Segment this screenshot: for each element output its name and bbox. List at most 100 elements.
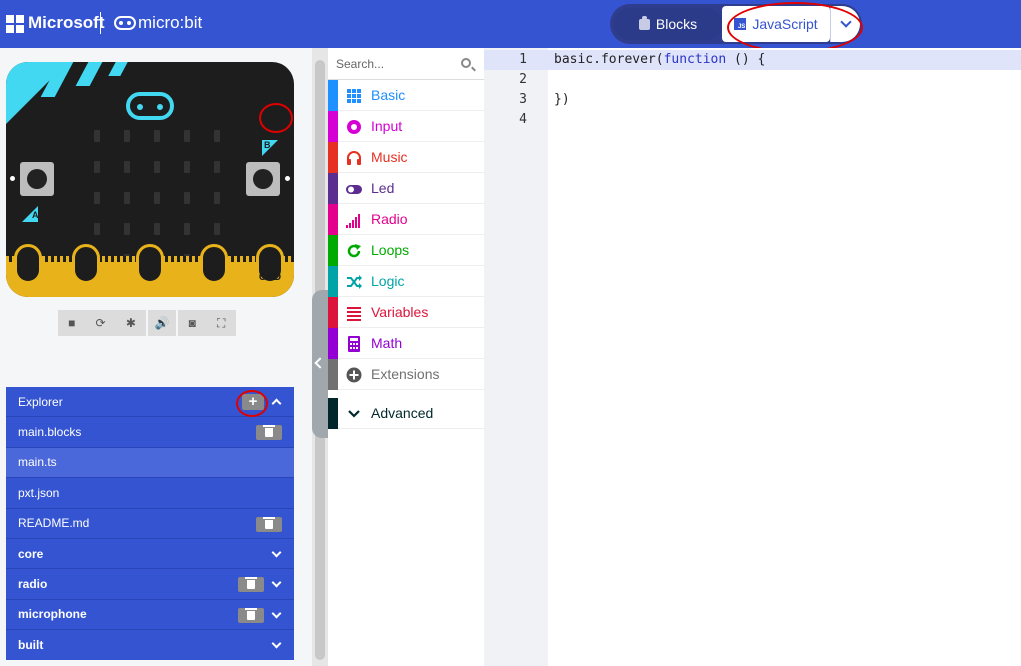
debug-icon[interactable]: ✱ bbox=[126, 316, 136, 330]
delete-file-button[interactable] bbox=[256, 516, 282, 532]
brand-divider bbox=[100, 12, 101, 34]
led[interactable] bbox=[214, 192, 220, 204]
folder-label: microphone bbox=[18, 607, 87, 622]
chevron-down-icon bbox=[348, 410, 360, 418]
delete-folder-button[interactable] bbox=[238, 607, 264, 623]
category-label: Radio bbox=[371, 211, 408, 227]
speaker-icon: 🔊 bbox=[154, 316, 170, 330]
file-label: README.md bbox=[18, 516, 90, 531]
category-basic[interactable]: Basic bbox=[328, 80, 484, 111]
delete-file-button[interactable] bbox=[256, 425, 282, 441]
category-color-bar bbox=[328, 235, 338, 266]
led[interactable] bbox=[124, 223, 130, 235]
category-extensions[interactable]: Extensions bbox=[328, 359, 484, 390]
led[interactable] bbox=[184, 130, 190, 142]
category-advanced[interactable]: Advanced bbox=[328, 398, 484, 429]
blocks-mode-button[interactable]: Blocks bbox=[614, 8, 722, 40]
led[interactable] bbox=[154, 192, 160, 204]
chevron-down-icon[interactable] bbox=[271, 577, 282, 588]
file-readme[interactable]: README.md bbox=[6, 509, 294, 539]
led[interactable] bbox=[154, 130, 160, 142]
button-a[interactable] bbox=[20, 162, 54, 196]
javascript-mode-button[interactable]: JS JavaScript bbox=[722, 6, 830, 42]
led[interactable] bbox=[94, 130, 100, 142]
button-b[interactable] bbox=[246, 162, 280, 196]
explorer-title: Explorer bbox=[18, 394, 63, 409]
chevron-down-icon[interactable] bbox=[271, 547, 282, 558]
folder-microphone[interactable]: microphone bbox=[6, 600, 294, 631]
folder-core[interactable]: core bbox=[6, 539, 294, 570]
file-pxt-json[interactable]: pxt.json bbox=[6, 478, 294, 509]
category-input[interactable]: Input bbox=[328, 111, 484, 142]
led[interactable] bbox=[214, 223, 220, 235]
explorer-header[interactable]: Explorer + bbox=[6, 387, 294, 418]
category-variables[interactable]: Variables bbox=[328, 297, 484, 328]
folder-built[interactable]: built bbox=[6, 630, 294, 660]
led[interactable] bbox=[124, 192, 130, 204]
led[interactable] bbox=[94, 223, 100, 235]
category-color-bar bbox=[328, 297, 338, 328]
shuffle-icon bbox=[347, 275, 362, 289]
code-keyword: function bbox=[663, 52, 727, 67]
trash-icon bbox=[245, 607, 257, 620]
chevron-down-icon[interactable] bbox=[271, 638, 282, 649]
led[interactable] bbox=[184, 192, 190, 204]
target-icon bbox=[347, 120, 361, 134]
file-label: main.ts bbox=[18, 455, 57, 470]
file-main-ts[interactable]: main.ts bbox=[6, 447, 294, 479]
file-main-blocks[interactable]: main.blocks bbox=[6, 417, 294, 448]
plus-circle-icon bbox=[346, 367, 362, 383]
led[interactable] bbox=[124, 161, 130, 173]
category-label: Input bbox=[371, 118, 403, 134]
folder-radio[interactable]: radio bbox=[6, 569, 294, 600]
code-token: () { bbox=[726, 52, 766, 67]
stop-icon[interactable]: ■ bbox=[68, 316, 75, 330]
fullscreen-icon[interactable]: ⛶ bbox=[217, 316, 225, 331]
led[interactable] bbox=[214, 161, 220, 173]
pin-1-label: 1 bbox=[83, 272, 89, 283]
category-label: Variables bbox=[371, 304, 429, 320]
folder-label: built bbox=[18, 638, 44, 653]
javascript-icon: JS bbox=[734, 18, 747, 30]
delete-folder-button[interactable] bbox=[238, 577, 264, 593]
led[interactable] bbox=[94, 192, 100, 204]
led[interactable] bbox=[94, 161, 100, 173]
led[interactable] bbox=[154, 161, 160, 173]
microsoft-brand[interactable]: Microsoft bbox=[28, 13, 105, 33]
top-header: Microsoft micro:bit Blocks JS JavaScript bbox=[0, 0, 1021, 48]
category-led[interactable]: Led bbox=[328, 173, 484, 204]
calculator-icon bbox=[348, 336, 360, 352]
add-file-button[interactable]: + bbox=[242, 394, 264, 410]
led[interactable] bbox=[154, 223, 160, 235]
microbit-brand[interactable]: micro:bit bbox=[138, 13, 202, 33]
led[interactable] bbox=[184, 161, 190, 173]
category-color-bar bbox=[328, 204, 338, 235]
trash-icon bbox=[263, 516, 275, 529]
search-icon[interactable] bbox=[461, 58, 471, 68]
category-logic[interactable]: Logic bbox=[328, 266, 484, 297]
board-logo-icon[interactable] bbox=[126, 92, 174, 120]
code-line-1[interactable]: basic.forever(function () { bbox=[554, 52, 765, 67]
chevron-up-icon[interactable] bbox=[271, 398, 282, 409]
code-editor[interactable]: 1 2 3 4 basic.forever(function () { }) bbox=[484, 48, 1021, 666]
search-input[interactable] bbox=[336, 54, 456, 74]
trash-icon bbox=[263, 425, 275, 438]
microsoft-logo-icon[interactable] bbox=[6, 15, 24, 33]
category-math[interactable]: Math bbox=[328, 328, 484, 359]
mute-button[interactable]: 🔊 bbox=[148, 310, 176, 336]
chevron-down-icon[interactable] bbox=[271, 608, 282, 619]
category-radio[interactable]: Radio bbox=[328, 204, 484, 235]
category-color-bar bbox=[328, 142, 338, 173]
category-color-bar bbox=[328, 173, 338, 204]
category-loops[interactable]: Loops bbox=[328, 235, 484, 266]
language-dropdown-button[interactable] bbox=[830, 6, 860, 42]
screenshot-icon[interactable]: ◙ bbox=[189, 316, 196, 330]
category-label: Music bbox=[371, 149, 408, 165]
code-line-3[interactable]: }) bbox=[554, 92, 570, 107]
category-music[interactable]: Music bbox=[328, 142, 484, 173]
led[interactable] bbox=[214, 130, 220, 142]
led[interactable] bbox=[184, 223, 190, 235]
restart-icon[interactable]: ⟳ bbox=[96, 316, 106, 330]
led[interactable] bbox=[124, 130, 130, 142]
microbit-logo-icon[interactable] bbox=[114, 16, 136, 30]
